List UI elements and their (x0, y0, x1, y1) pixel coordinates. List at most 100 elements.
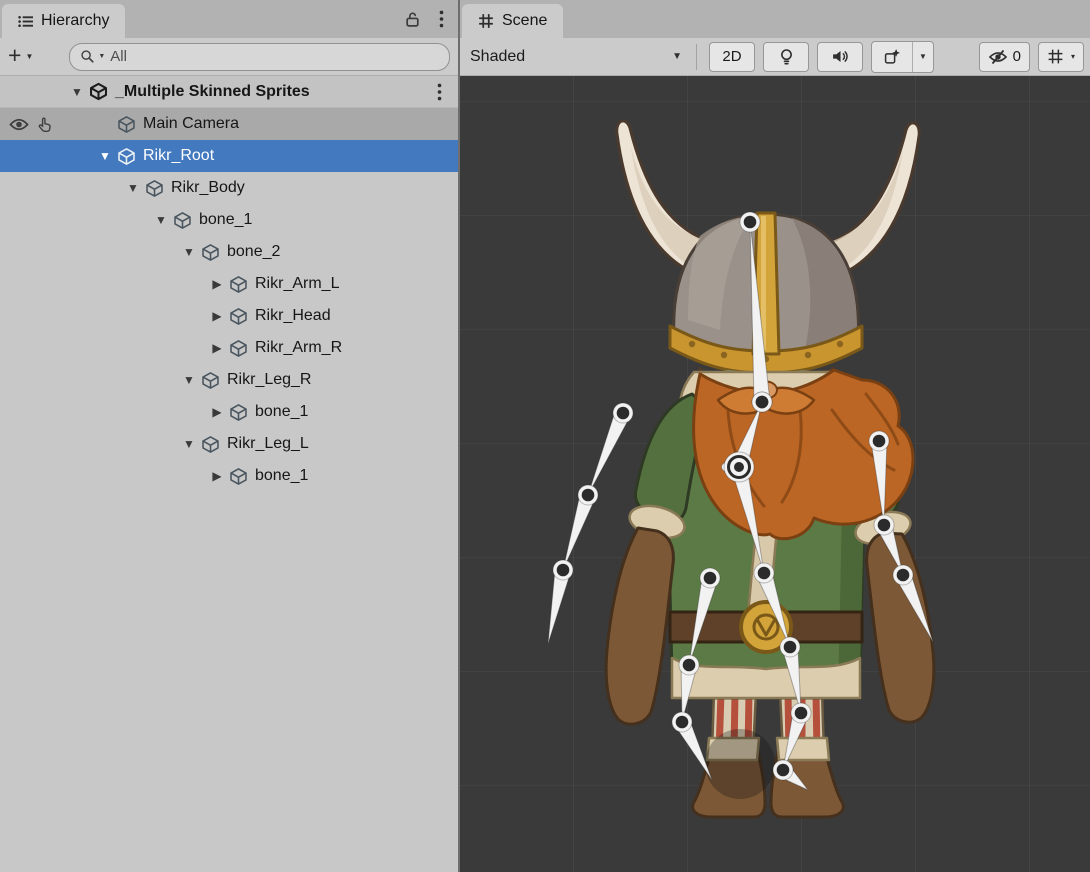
bone-joint[interactable] (582, 489, 595, 502)
disclosure-triangle-icon[interactable]: ▼ (122, 181, 144, 195)
tree-row[interactable]: ▶ Rikr_Arm_L (0, 268, 458, 300)
tree-row-label: Rikr_Arm_R (255, 339, 342, 357)
tree-row-label: bone_1 (255, 403, 308, 421)
gameobject-cube-icon (172, 210, 192, 230)
plus-icon: + (8, 44, 21, 67)
disclosure-triangle-icon[interactable]: ▶ (206, 277, 228, 291)
tree-row[interactable]: ▼Rikr_Leg_R (0, 364, 458, 396)
shading-mode-dropdown[interactable]: Shaded ▼ (460, 42, 692, 72)
tree-row[interactable]: ▼ Rikr_Body (0, 172, 458, 204)
bone-joint[interactable] (744, 216, 757, 229)
bone-joint[interactable] (557, 564, 570, 577)
effects-dropdown-button[interactable]: ▼ (871, 41, 934, 73)
row-gutter (0, 204, 56, 236)
bone-gizmo[interactable] (871, 441, 887, 525)
row-gutter (0, 140, 56, 172)
disclosure-triangle-icon[interactable]: ▶ (206, 309, 228, 323)
tree-row[interactable]: ▼Rikr_Root (0, 140, 458, 172)
tree-row[interactable]: ▼ Rikr_Leg_L (0, 428, 458, 460)
gameobject-cube-icon (228, 274, 248, 294)
visibility-eye-icon[interactable] (9, 117, 29, 132)
row-gutter (0, 172, 56, 204)
unity-editor-window: Hierarchy + ▼ ▼ (0, 0, 1090, 872)
bone-joint[interactable] (683, 659, 696, 672)
bone-joint[interactable] (795, 707, 808, 720)
effects-caret-icon[interactable]: ▼ (912, 42, 933, 72)
tree-row[interactable]: ▶ bone_1 (0, 396, 458, 428)
hierarchy-tabstrip: Hierarchy (0, 0, 458, 38)
bone-joint[interactable] (756, 396, 769, 409)
tree-row-label: Rikr_Arm_L (255, 275, 339, 293)
disclosure-triangle-icon[interactable]: ▼ (178, 437, 200, 451)
disclosure-triangle-icon[interactable]: ▼ (94, 149, 116, 163)
hierarchy-search[interactable]: ▼ (69, 43, 450, 71)
create-object-button[interactable]: + ▼ (8, 47, 33, 67)
search-icon (80, 49, 95, 64)
disclosure-triangle-icon[interactable]: ▼ (178, 245, 200, 259)
hierarchy-tree: ▼_Multiple Skinned SpritesMain Camera▼Ri… (0, 76, 458, 872)
bone-joint[interactable] (784, 641, 797, 654)
chevron-down-icon: ▼ (25, 52, 33, 61)
hierarchy-menu-icon[interactable] (439, 10, 444, 28)
hierarchy-scene-row[interactable]: ▼_Multiple Skinned Sprites (0, 76, 458, 108)
scene-visibility-button[interactable]: 0 (979, 42, 1030, 72)
gameobject-cube-icon (116, 146, 136, 166)
tree-row[interactable]: ▶Rikr_Head (0, 300, 458, 332)
lock-icon[interactable] (404, 11, 421, 28)
row-gutter (0, 268, 56, 300)
scene-panel: Scene Shaded ▼ 2D ▼ (460, 0, 1090, 872)
row-gutter (0, 332, 56, 364)
disclosure-triangle-icon[interactable]: ▼ (66, 85, 88, 99)
bone-joint[interactable] (897, 569, 910, 582)
scene-viewport[interactable] (460, 76, 1090, 872)
bone-joint[interactable] (676, 716, 689, 729)
disclosure-triangle-icon[interactable]: ▶ (206, 405, 228, 419)
row-gutter (0, 300, 56, 332)
gameobject-cube-icon (200, 434, 220, 454)
disclosure-triangle-icon[interactable]: ▶ (206, 469, 228, 483)
row-gutter[interactable] (0, 108, 56, 140)
pickability-hand-icon[interactable] (36, 116, 53, 133)
shading-mode-label: Shaded (470, 48, 525, 66)
tree-row-label: bone_1 (199, 211, 252, 229)
gameobject-cube-icon (116, 114, 136, 134)
lighting-toggle-button[interactable] (763, 42, 809, 72)
tree-row[interactable]: ▶ bone_1 (0, 460, 458, 492)
row-gutter (0, 428, 56, 460)
bone-joint[interactable] (873, 435, 886, 448)
disclosure-triangle-icon[interactable]: ▼ (178, 373, 200, 387)
bone-joint[interactable] (704, 572, 717, 585)
tree-row[interactable]: Main Camera (0, 108, 458, 140)
tree-row[interactable]: ▼ bone_1 (0, 204, 458, 236)
chevron-down-icon: ▼ (672, 51, 682, 62)
gameobject-cube-icon (228, 466, 248, 486)
bone-joint[interactable] (758, 567, 771, 580)
gameobject-cube-icon (200, 242, 220, 262)
audio-toggle-button[interactable] (817, 42, 863, 72)
tree-row[interactable]: ▶ Rikr_Arm_R (0, 332, 458, 364)
bone-joint[interactable] (777, 764, 790, 777)
2d-mode-button[interactable]: 2D (709, 42, 755, 72)
tree-row-label: bone_1 (255, 467, 308, 485)
tab-scene[interactable]: Scene (462, 4, 563, 38)
search-input[interactable] (108, 47, 439, 66)
bone-joint[interactable] (617, 407, 630, 420)
gameobject-cube-icon (144, 178, 164, 198)
gameobject-cube-icon (228, 306, 248, 326)
disclosure-triangle-icon[interactable]: ▶ (206, 341, 228, 355)
bone-gizmo[interactable] (750, 222, 770, 403)
row-gutter (0, 76, 56, 107)
tree-row-label: Rikr_Leg_L (227, 435, 309, 453)
tab-hierarchy[interactable]: Hierarchy (2, 4, 125, 38)
disclosure-triangle-icon[interactable]: ▼ (150, 213, 172, 227)
root-joint[interactable] (734, 462, 744, 472)
scene-row-menu-icon[interactable] (437, 83, 442, 101)
gameobject-cube-icon (228, 402, 248, 422)
bone-gizmos-layer[interactable] (460, 76, 1088, 872)
tree-row[interactable]: ▼bone_2 (0, 236, 458, 268)
bone-joint[interactable] (878, 519, 891, 532)
bone-gizmo[interactable] (689, 576, 718, 665)
tree-row-label: Rikr_Body (171, 179, 245, 197)
search-filter-caret-icon[interactable]: ▼ (98, 53, 105, 60)
grid-settings-button[interactable]: ▾ (1038, 42, 1084, 72)
